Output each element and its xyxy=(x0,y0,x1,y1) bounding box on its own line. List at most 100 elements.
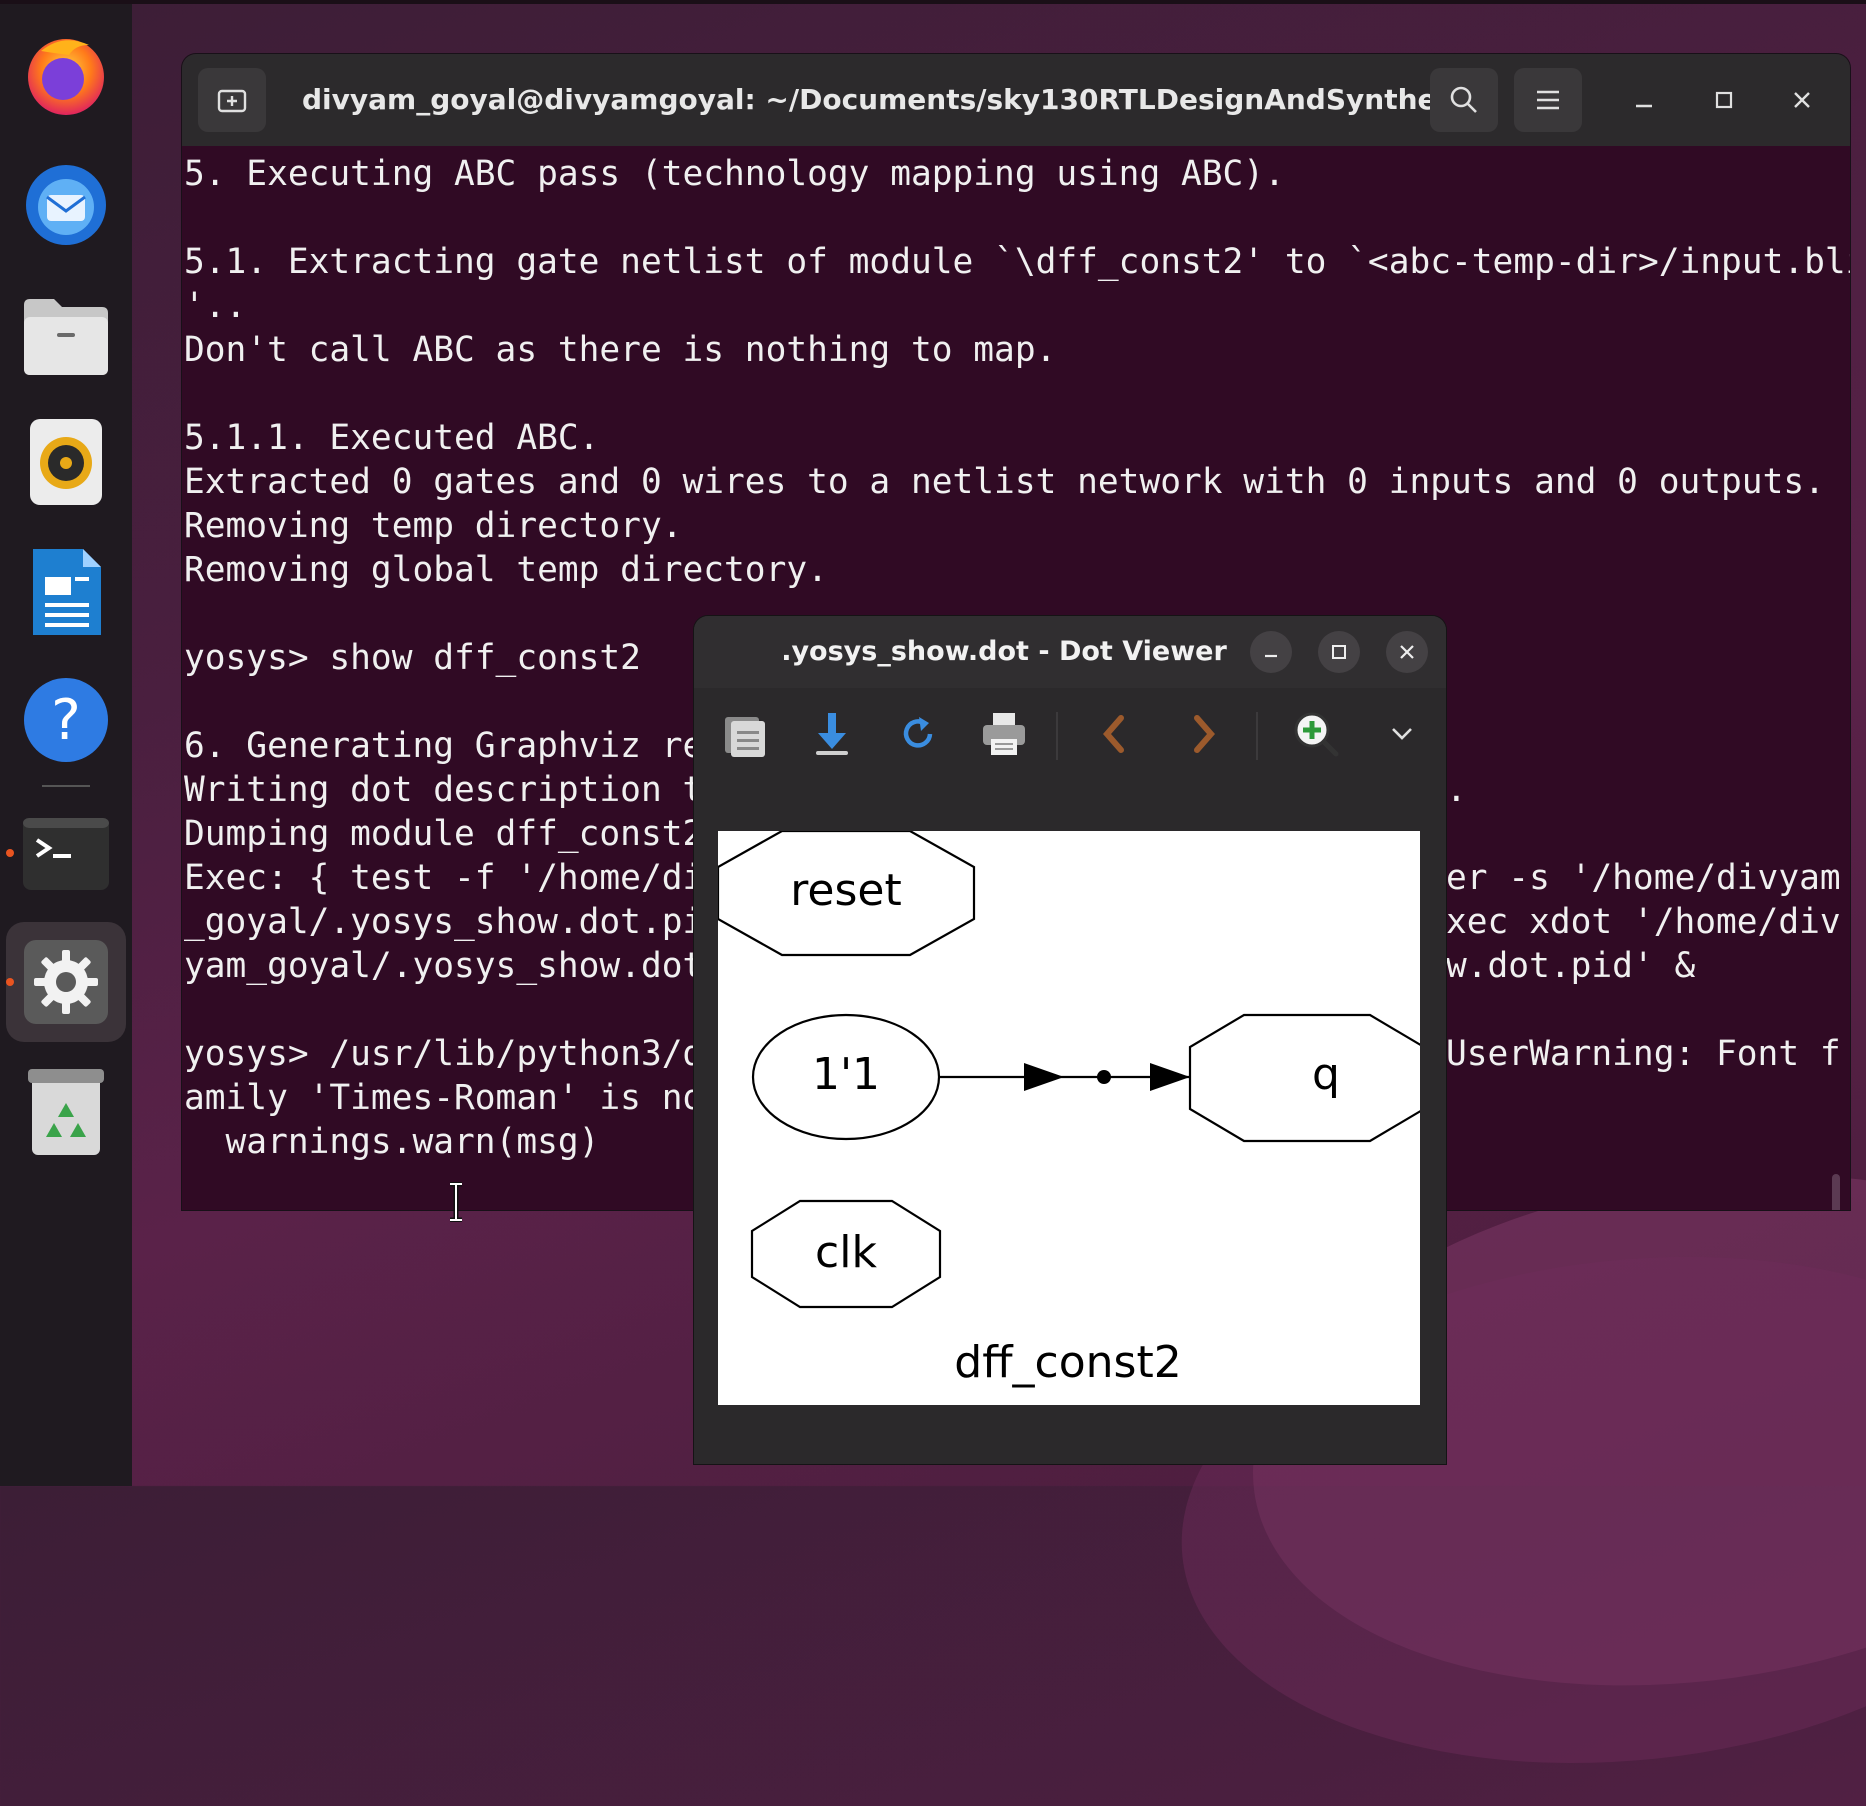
firefox-icon xyxy=(28,39,104,115)
dot-viewer-window[interactable]: .yosys_show.dot - Dot Viewer reset 1'1 q… xyxy=(694,616,1446,1464)
dock-files[interactable] xyxy=(18,286,114,382)
terminal-line: 5.1.1. Executed ABC. xyxy=(184,418,600,458)
graph-edge xyxy=(940,1063,1190,1091)
svg-text:?: ? xyxy=(51,688,81,753)
save-button[interactable] xyxy=(804,706,860,762)
close-button[interactable] xyxy=(1782,80,1822,120)
thunderbird-icon xyxy=(26,165,106,245)
chevron-left-icon xyxy=(1103,715,1124,753)
dv-maximize-button[interactable] xyxy=(1318,631,1360,673)
graph-svg: reset 1'1 q clk dff_const2 xyxy=(718,831,1420,1388)
dock-settings[interactable] xyxy=(6,922,126,1042)
dock-help[interactable]: ? xyxy=(18,672,114,768)
rhythmbox-icon xyxy=(30,419,102,505)
toolbar-separator xyxy=(1056,712,1058,760)
terminal-line: warnings.warn(msg) xyxy=(184,1122,600,1162)
dock-firefox[interactable] xyxy=(18,26,114,122)
terminal-line: 6. Generating Graphviz rep xyxy=(184,726,725,766)
new-tab-button[interactable] xyxy=(198,68,266,132)
chevron-down-icon xyxy=(1392,728,1412,740)
maximize-button[interactable] xyxy=(1704,80,1744,120)
dock-rhythmbox[interactable] xyxy=(18,414,114,510)
terminal-line: _goyal/.yosys_show.dot.pic xyxy=(184,902,725,942)
dv-minimize-button[interactable] xyxy=(1250,631,1292,673)
writer-icon xyxy=(33,549,101,635)
dot-viewer-toolbar xyxy=(694,688,1446,780)
zoom-in-icon xyxy=(1294,712,1339,757)
download-icon xyxy=(816,713,848,755)
zoom-in-button[interactable] xyxy=(1288,706,1344,762)
minimize-button[interactable] xyxy=(1624,80,1664,120)
graph-caption: dff_const2 xyxy=(954,1337,1181,1388)
terminal-line: yam_goyal/.yosys_show.dot' xyxy=(184,946,725,986)
terminal-line-fragment: xec xdot '/home/div xyxy=(1446,902,1841,942)
terminal-line: Extracted 0 gates and 0 wires to a netli… xyxy=(184,462,1825,502)
back-button[interactable] xyxy=(1086,706,1142,762)
trash-icon xyxy=(28,1069,104,1155)
terminal-headerbar: divyam_goyal@divyamgoyal: ~/Documents/sk… xyxy=(182,54,1850,146)
terminal-line: Don't call ABC as there is nothing to ma… xyxy=(184,330,1057,370)
graph-node-label: clk xyxy=(815,1227,877,1278)
terminal-line-fragment: er -s '/home/divyam xyxy=(1446,858,1841,898)
graph-node-label: reset xyxy=(790,865,901,916)
terminal-line: yosys> show dff_const2 xyxy=(184,638,641,678)
dock-thunderbird[interactable] xyxy=(18,154,114,250)
dock-terminal[interactable] xyxy=(18,806,114,902)
refresh-icon xyxy=(903,717,933,748)
terminal-title: divyam_goyal@divyamgoyal: ~/Documents/sk… xyxy=(302,83,1432,116)
maximize-icon xyxy=(1332,645,1346,659)
minimize-icon xyxy=(1265,654,1277,658)
new-tab-icon xyxy=(217,89,247,113)
dot-viewer-title: .yosys_show.dot - Dot Viewer xyxy=(781,636,1227,667)
terminal-line: Writing dot description to xyxy=(184,770,725,810)
settings-icon xyxy=(24,940,108,1024)
print-icon xyxy=(983,713,1025,755)
running-indicator xyxy=(6,849,14,857)
dock: ? xyxy=(0,4,132,1486)
reload-button[interactable] xyxy=(890,706,946,762)
terminal-line: Removing temp directory. xyxy=(184,506,683,546)
terminal-line: '.. xyxy=(184,286,247,326)
search-button[interactable] xyxy=(1430,68,1498,132)
help-icon: ? xyxy=(24,678,108,762)
print-button[interactable] xyxy=(976,706,1032,762)
terminal-line-fragment: . xyxy=(1446,770,1467,810)
terminal-line-fragment: UserWarning: Font f xyxy=(1446,1034,1841,1074)
terminal-line: Dumping module dff_const2 xyxy=(184,814,704,854)
dock-writer[interactable] xyxy=(18,544,114,640)
graph-node-q[interactable]: q xyxy=(1188,1013,1420,1143)
chevron-right-icon xyxy=(1194,715,1215,753)
top-bar xyxy=(0,0,1866,4)
more-tools-button[interactable] xyxy=(1374,706,1430,762)
forward-button[interactable] xyxy=(1176,706,1232,762)
graph-canvas[interactable]: reset 1'1 q clk dff_const2 xyxy=(718,831,1420,1405)
graph-node-clk[interactable]: clk xyxy=(750,1199,942,1309)
dock-separator xyxy=(42,785,90,787)
running-indicator xyxy=(6,978,14,986)
graph-node-reset[interactable]: reset xyxy=(718,831,976,957)
terminal-line: 5. Executing ABC pass (technology mappin… xyxy=(184,154,1285,194)
files-icon xyxy=(24,299,108,375)
terminal-line: Exec: { test -f '/home/div xyxy=(184,858,725,898)
hamburger-icon xyxy=(1537,90,1559,110)
open-button[interactable] xyxy=(718,706,774,762)
terminal-line: Removing global temp directory. xyxy=(184,550,828,590)
graph-node-const[interactable]: 1'1 xyxy=(751,1013,941,1141)
search-icon xyxy=(1450,86,1477,113)
maximize-icon xyxy=(1715,91,1733,109)
terminal-line-fragment: w.dot.pid' & xyxy=(1446,946,1696,986)
open-file-icon xyxy=(725,717,765,757)
graph-node-label: q xyxy=(1312,1049,1340,1100)
menu-button[interactable] xyxy=(1514,68,1582,132)
graph-node-label: 1'1 xyxy=(812,1049,880,1100)
close-icon xyxy=(1400,645,1414,659)
terminal-icon xyxy=(23,818,109,890)
dv-close-button[interactable] xyxy=(1386,631,1428,673)
toolbar-separator xyxy=(1256,712,1258,760)
terminal-scrollbar[interactable] xyxy=(1832,1174,1840,1210)
terminal-line: yosys> /usr/lib/python3/di xyxy=(184,1034,725,1074)
terminal-line: amily 'Times-Roman' is not xyxy=(184,1078,725,1118)
dot-viewer-titlebar: .yosys_show.dot - Dot Viewer xyxy=(694,616,1446,688)
close-icon xyxy=(1794,92,1810,108)
dock-trash[interactable] xyxy=(18,1064,114,1160)
